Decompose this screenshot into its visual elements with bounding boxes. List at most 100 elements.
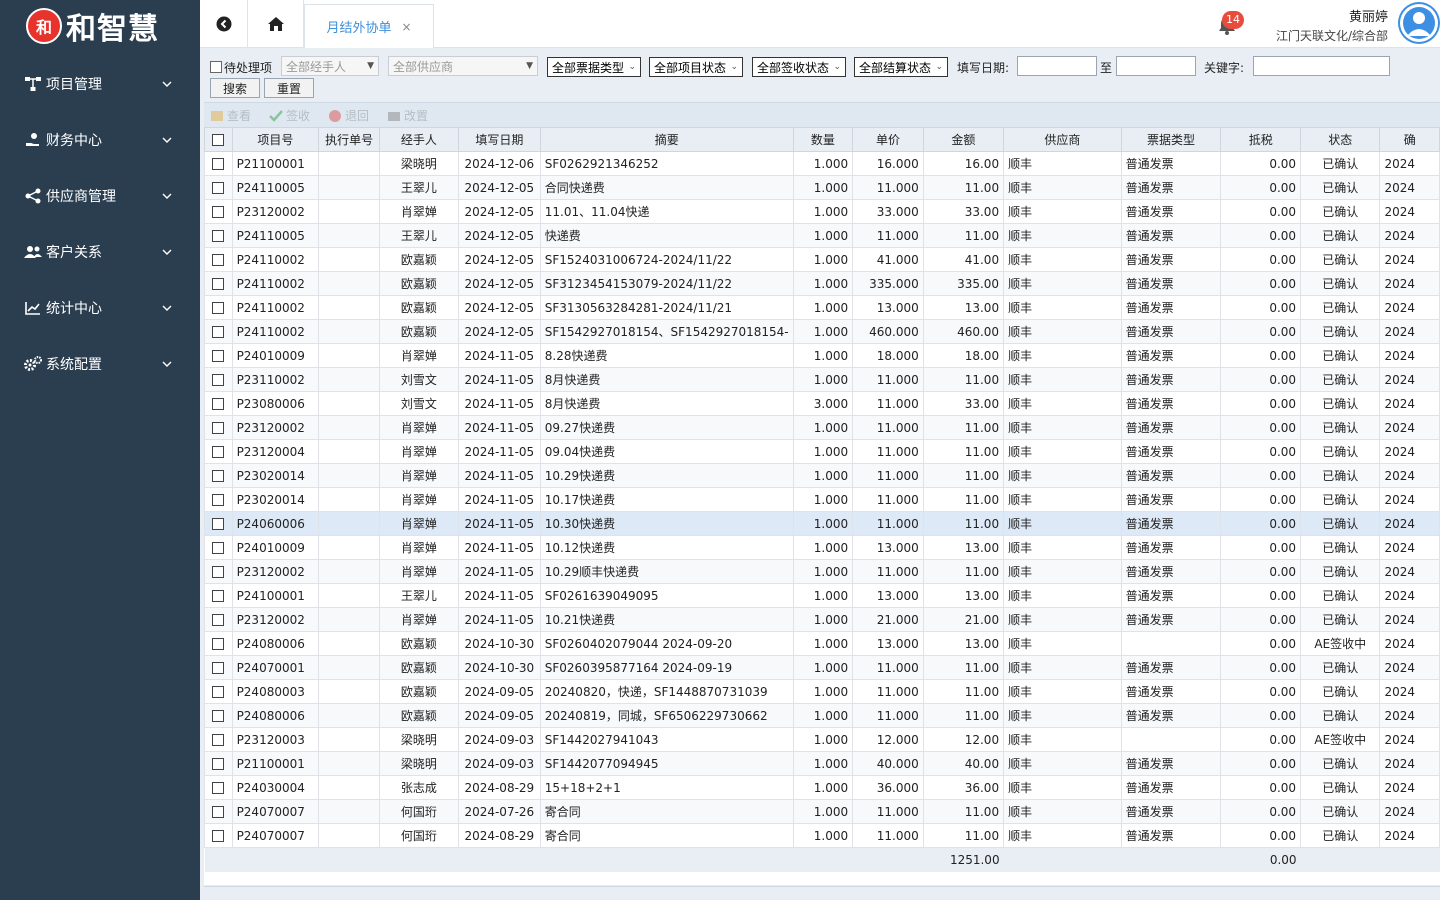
pending-filter[interactable]: 待处理项 <box>210 57 272 77</box>
keyword-input[interactable] <box>1253 56 1390 76</box>
table-row[interactable]: P24070007 何国珩 2024-07-26 寄合同 1.000 11.000 11.0… <box>204 799 1440 824</box>
table-row[interactable]: P23120002 肖翠婵 2024-11-05 10.21快递费 1.000 21.00… <box>204 607 1440 632</box>
pending-checkbox[interactable] <box>210 61 222 73</box>
row-checkbox[interactable] <box>204 703 233 728</box>
table-row[interactable]: P24070001 欧嘉颖 2024-10-30 SF0260395877164 20… <box>204 655 1440 680</box>
edit-button[interactable]: 改置 <box>387 107 428 124</box>
table-row[interactable]: P24100001 王翠儿 2024-11-05 SF0261639049095 1.0… <box>204 583 1440 608</box>
table-row[interactable]: P24080006 欧嘉颖 2024-09-05 20240819，同城，SF6506… <box>204 703 1440 728</box>
row-checkbox[interactable] <box>204 799 233 824</box>
ticket-type-select[interactable]: 全部票据类型 ⌄ <box>547 57 641 77</box>
table-row[interactable]: P24110002 欧嘉颖 2024-12-05 SF3130563284281-20… <box>204 295 1440 320</box>
sidebar-item-finance[interactable]: 财务中心 <box>0 112 200 168</box>
table-row[interactable]: P24110005 王翠儿 2024-12-05 快递费 1.000 11.000 11.0… <box>204 223 1440 248</box>
table-row[interactable]: P23020014 肖翠婵 2024-11-05 10.17快递费 1.000 11.00… <box>204 487 1440 512</box>
col-status[interactable]: 状态 <box>1300 127 1381 152</box>
table-row[interactable]: P24110005 王翠儿 2024-12-05 合同快递费 1.000 11.000 11… <box>204 175 1440 200</box>
handler-select[interactable]: 全部经手人 ▼ <box>281 56 379 76</box>
row-checkbox[interactable] <box>204 247 233 272</box>
row-checkbox[interactable] <box>204 391 233 416</box>
row-checkbox[interactable] <box>204 655 233 680</box>
date-from-input[interactable] <box>1017 56 1097 76</box>
row-checkbox[interactable] <box>204 583 233 608</box>
row-checkbox[interactable] <box>204 511 233 536</box>
search-button[interactable]: 搜索 <box>210 78 260 98</box>
col-exec-no[interactable]: 执行单号 <box>318 127 380 152</box>
col-amount[interactable]: 金额 <box>922 127 1005 152</box>
col-project-no[interactable]: 项目号 <box>231 127 320 152</box>
table-row[interactable]: P24110002 欧嘉颖 2024-12-05 SF3123454153079-20… <box>204 271 1440 296</box>
table-row[interactable]: P23020014 肖翠婵 2024-11-05 10.29快递费 1.000 11.00… <box>204 463 1440 488</box>
row-checkbox[interactable] <box>204 175 233 200</box>
col-tax[interactable]: 抵税 <box>1220 127 1302 152</box>
table-row[interactable]: P24030004 张志成 2024-08-29 15+18+2+1 1.000 36.0… <box>204 775 1440 800</box>
col-price[interactable]: 单价 <box>852 127 924 152</box>
table-row[interactable]: P23120002 肖翠婵 2024-12-05 11.01、11.04快递 1.000… <box>204 199 1440 224</box>
row-checkbox[interactable] <box>204 751 233 776</box>
row-checkbox[interactable] <box>204 463 233 488</box>
date-to-input[interactable] <box>1116 56 1196 76</box>
table-row[interactable]: P24110002 欧嘉颖 2024-12-05 SF1524031006724-20… <box>204 247 1440 272</box>
row-checkbox[interactable] <box>204 631 233 656</box>
table-row[interactable]: P24010009 肖翠婵 2024-11-05 10.12快递费 1.000 13.00… <box>204 535 1440 560</box>
row-checkbox[interactable] <box>204 535 233 560</box>
sign-status-select[interactable]: 全部签收状态 ⌄ <box>752 57 846 77</box>
table-row[interactable]: P24010009 肖翠婵 2024-11-05 8.28快递费 1.000 18.000… <box>204 343 1440 368</box>
row-checkbox[interactable] <box>204 439 233 464</box>
row-checkbox[interactable] <box>204 775 233 800</box>
row-checkbox[interactable] <box>204 319 233 344</box>
table-row[interactable]: P24110002 欧嘉颖 2024-12-05 SF1542927018154、SF… <box>204 319 1440 344</box>
row-checkbox[interactable] <box>204 487 233 512</box>
sidebar-item-settings[interactable]: 系统配置 <box>0 336 200 392</box>
row-checkbox[interactable] <box>204 295 233 320</box>
sidebar-item-project[interactable]: 项目管理 <box>0 56 200 112</box>
tab-close-icon[interactable]: × <box>401 20 411 34</box>
table-row[interactable]: P24060006 肖翠婵 2024-11-05 10.30快递费 1.000 11.00… <box>204 511 1440 536</box>
row-checkbox[interactable] <box>204 559 233 584</box>
row-checkbox[interactable] <box>204 271 233 296</box>
row-checkbox[interactable] <box>204 415 233 440</box>
user-name[interactable]: 黄丽婷 <box>1349 6 1388 25</box>
row-checkbox[interactable] <box>204 367 233 392</box>
view-button[interactable]: 查看 <box>210 107 251 124</box>
col-summary[interactable]: 摘要 <box>539 127 794 152</box>
row-checkbox[interactable] <box>204 607 233 632</box>
table-row[interactable]: P24070007 何国珩 2024-08-29 寄合同 1.000 11.000 11.0… <box>204 823 1440 848</box>
table-row[interactable]: P24080006 欧嘉颖 2024-10-30 SF0260402079044 20… <box>204 631 1440 656</box>
table-row[interactable]: P23120003 梁晓明 2024-09-03 SF1442027941043 1.0… <box>204 727 1440 752</box>
col-confirm[interactable]: 确 <box>1379 127 1440 152</box>
col-handler[interactable]: 经手人 <box>378 127 459 152</box>
sidebar-item-stats[interactable]: 统计中心 <box>0 280 200 336</box>
settle-status-select[interactable]: 全部结算状态 ⌄ <box>854 57 948 77</box>
table-row[interactable]: P23120002 肖翠婵 2024-11-05 10.29顺丰快递费 1.000 11.… <box>204 559 1440 584</box>
sidebar-item-customer[interactable]: 客户关系 <box>0 224 200 280</box>
avatar[interactable] <box>1398 2 1440 44</box>
row-checkbox[interactable] <box>204 823 233 848</box>
tab-monthly-outsource[interactable]: 月结外协单 × <box>304 4 434 48</box>
reset-button[interactable]: 重置 <box>264 78 314 98</box>
sign-button[interactable]: 签收 <box>269 107 310 124</box>
table-row[interactable]: P23110002 刘雪文 2024-11-05 8月快递费 1.000 11.000 11… <box>204 367 1440 392</box>
back-button[interactable] <box>200 0 248 48</box>
row-checkbox[interactable] <box>204 727 233 752</box>
table-row[interactable]: P21100001 梁晓明 2024-12-06 SF0262921346252 1.0… <box>204 151 1440 176</box>
col-ticket-type[interactable]: 票据类型 <box>1120 127 1222 152</box>
row-checkbox[interactable] <box>204 223 233 248</box>
col-supplier[interactable]: 供应商 <box>1003 127 1122 152</box>
table-row[interactable]: P23080006 刘雪文 2024-11-05 8月快递费 3.000 11.000 33… <box>204 391 1440 416</box>
table-row[interactable]: P24080003 欧嘉颖 2024-09-05 20240820，快递，SF1448… <box>204 679 1440 704</box>
table-row[interactable]: P21100001 梁晓明 2024-09-03 SF1442077094945 1.0… <box>204 751 1440 776</box>
project-status-select[interactable]: 全部项目状态 ⌄ <box>649 57 743 77</box>
select-all-checkbox[interactable] <box>204 127 233 152</box>
supplier-select[interactable]: 全部供应商 ▼ <box>388 56 538 76</box>
sidebar-item-supplier[interactable]: 供应商管理 <box>0 168 200 224</box>
row-checkbox[interactable] <box>204 151 233 176</box>
row-checkbox[interactable] <box>204 343 233 368</box>
brand-logo[interactable]: 和 和智慧 <box>0 0 200 52</box>
return-button[interactable]: 退回 <box>328 107 369 124</box>
col-date[interactable]: 填写日期 <box>457 127 541 152</box>
home-button[interactable] <box>248 0 304 48</box>
table-row[interactable]: P23120002 肖翠婵 2024-11-05 09.27快递费 1.000 11.00… <box>204 415 1440 440</box>
row-checkbox[interactable] <box>204 199 233 224</box>
table-row[interactable]: P23120004 肖翠婵 2024-11-05 09.04快递费 1.000 11.00… <box>204 439 1440 464</box>
